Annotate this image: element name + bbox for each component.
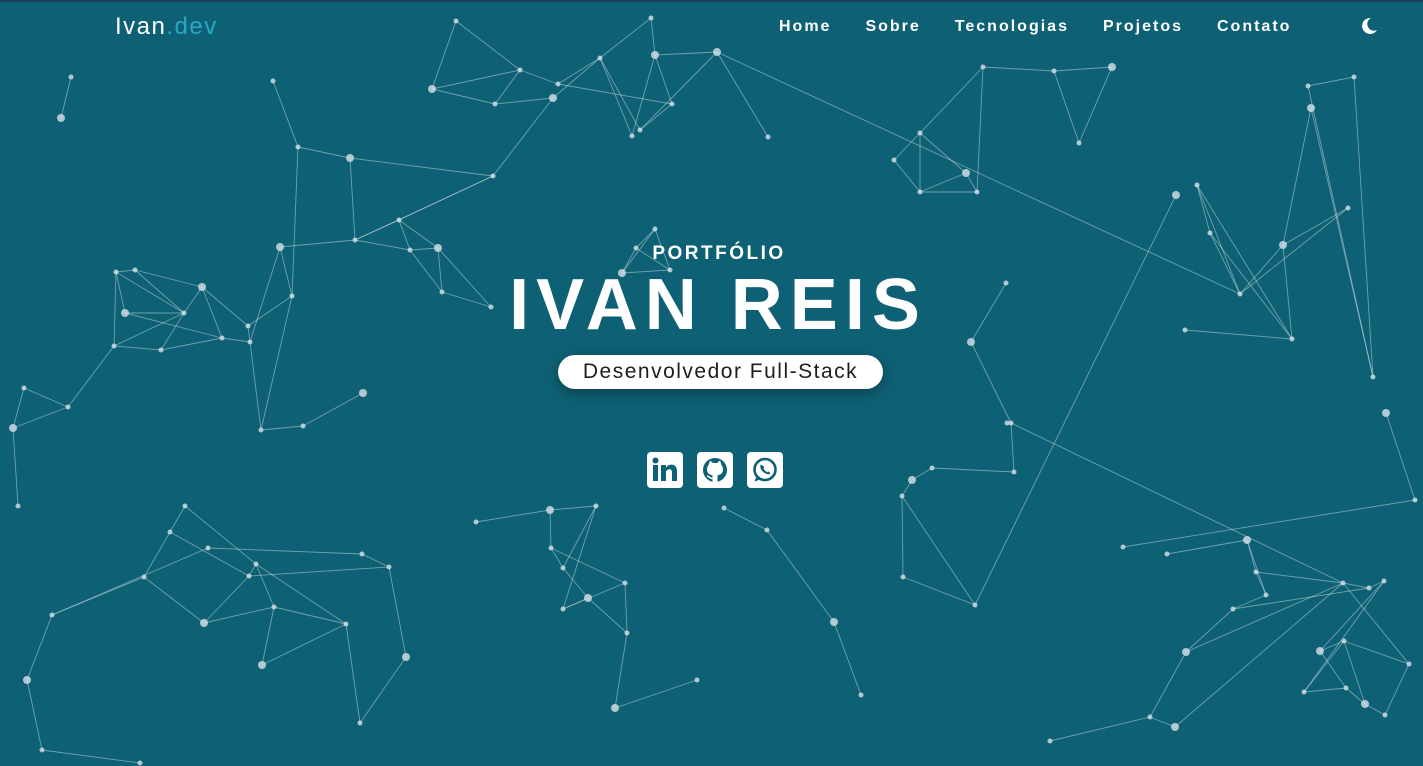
nav-link-projetos[interactable]: Projetos (1103, 18, 1183, 36)
brand-name: Ivan (115, 13, 167, 40)
nav-link-sobre[interactable]: Sobre (865, 18, 920, 36)
nav-links: Home Sobre Tecnologias Projetos Contato (760, 18, 1325, 36)
linkedin-link[interactable] (647, 452, 683, 488)
theme-toggle-button[interactable] (1358, 15, 1380, 37)
nav-link-tecnologias[interactable]: Tecnologias (955, 18, 1069, 36)
whatsapp-icon (747, 452, 783, 488)
nav-link-home[interactable]: Home (779, 18, 831, 36)
whatsapp-link[interactable] (747, 452, 783, 488)
moon-icon (1362, 17, 1377, 34)
hero-kicker: PORTFÓLIO (652, 243, 786, 264)
github-icon (697, 452, 733, 488)
role-badge: Desenvolvedor Full-Stack (558, 355, 883, 389)
brand-logo[interactable]: Ivan.dev (115, 13, 218, 41)
social-links (647, 452, 797, 488)
nav-link-contato[interactable]: Contato (1217, 18, 1291, 36)
brand-accent: .dev (166, 13, 218, 40)
role-text: Desenvolvedor Full-Stack (582, 360, 859, 383)
github-link[interactable] (697, 452, 733, 488)
hero-title: IVAN REIS (509, 265, 927, 345)
linkedin-icon (647, 452, 683, 488)
navbar: Ivan.dev Home Sobre Tecnologias Projetos… (0, 0, 1423, 56)
hero-section: Ivan.dev Home Sobre Tecnologias Projetos… (0, 0, 1423, 766)
